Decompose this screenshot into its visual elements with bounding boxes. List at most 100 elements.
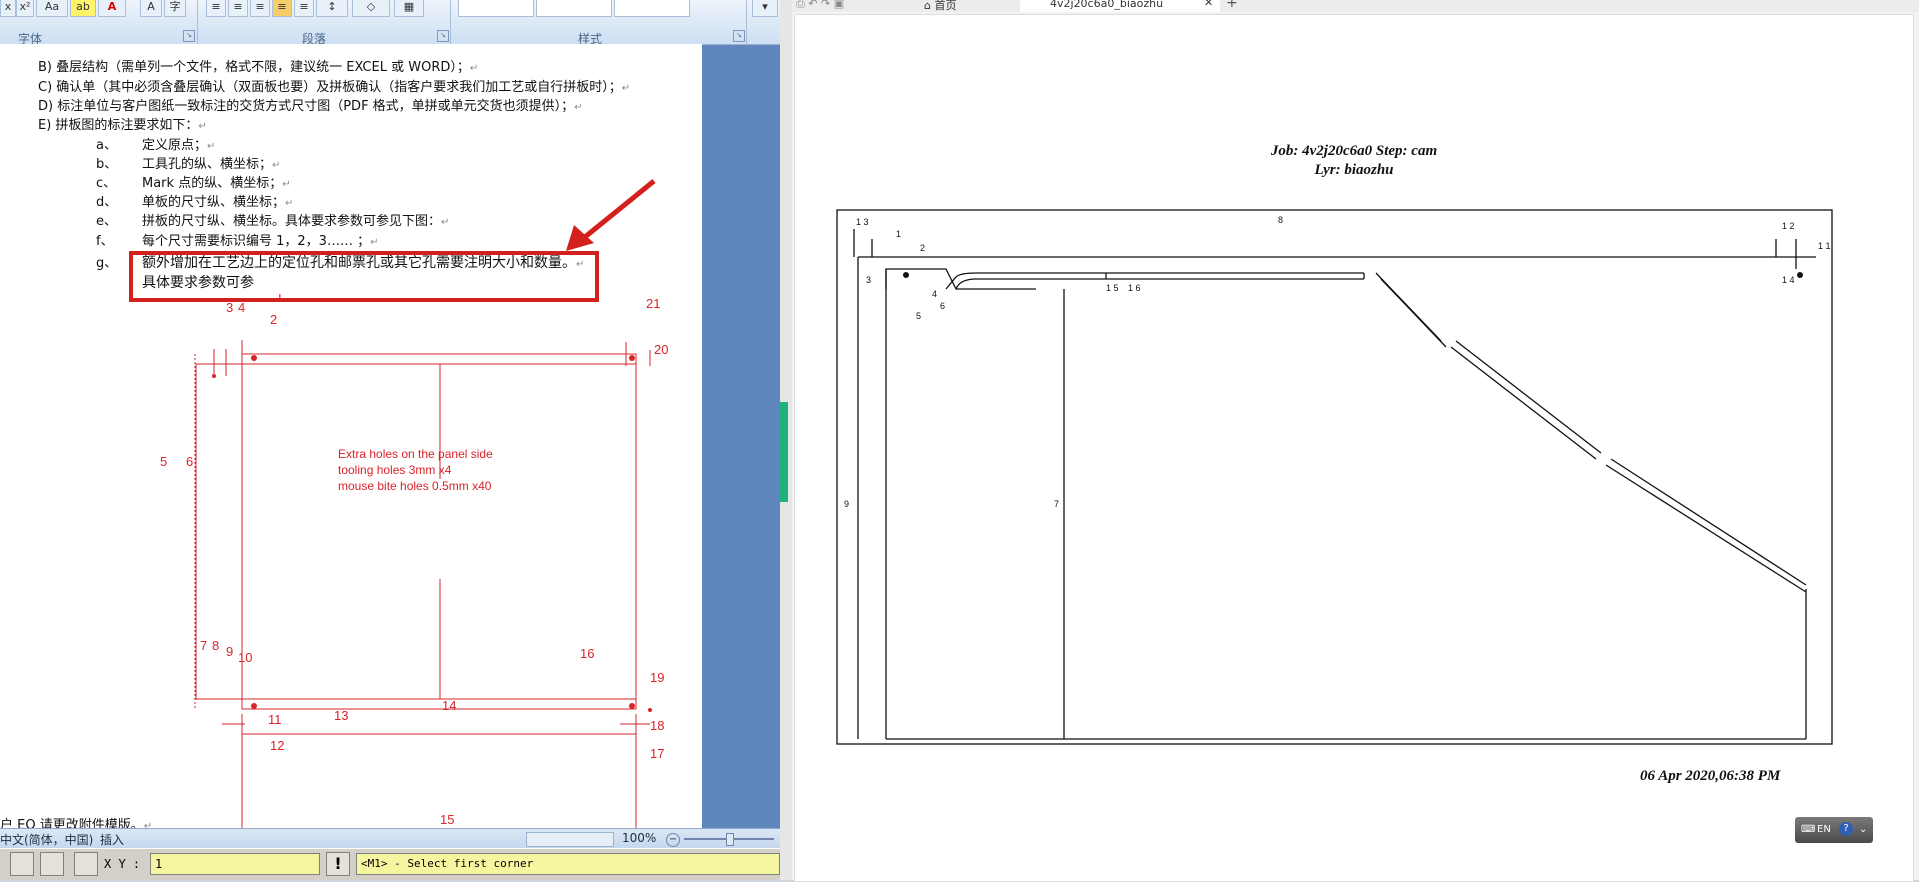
doc-line: D) 标注单位与客户图纸一致标注的交货方式尺寸图（PDF 格式，单拼或单元交货也… [38,99,583,114]
callout-6: 6 [186,454,193,469]
style-gallery-item[interactable] [458,0,534,17]
style-gallery-item[interactable] [536,0,612,17]
layer-title: Lyr: biaozhu [1314,162,1394,178]
highlight-box [129,251,599,302]
cad-grid-icon[interactable] [74,852,98,876]
callout-13: 13 [334,708,348,723]
svg-text:9: 9 [844,499,849,509]
insert-mode-indicator[interactable]: 插入 [100,831,124,848]
alert-icon[interactable]: ! [326,852,350,876]
collapse-handle[interactable] [780,402,788,502]
list-item-letter: e、 [96,214,117,229]
callout-11: 11 [268,712,282,727]
ime-indicator[interactable]: ⌨ EN ? ⌄ [1795,817,1873,843]
list-item-letter: b、 [96,157,118,172]
doc-line: C) 确认单（其中必须含叠层确认（双面板也要）及拼板确认（指客户要求我们加工艺或… [38,80,631,95]
ribbon-separator [197,0,198,44]
list-item-text: 工具孔的纵、横坐标；↵ [142,157,281,172]
svg-text:1 4: 1 4 [1782,275,1795,285]
list-item-letter: a、 [96,138,117,153]
font-color-button[interactable]: A [98,0,126,17]
distributed-button[interactable]: ≡ [294,0,314,17]
tab-home[interactable]: ⌂ 首页 [924,0,956,13]
xy-label: X Y : [104,857,141,871]
xy-coordinate-input[interactable]: 1 [150,853,320,875]
ime-menu-icon[interactable]: ⌄ [1859,817,1867,843]
ribbon: x x² Aa ab A A 字 ↘ 字体 ≡ ≡ ≡ ≡ ≡ ↕ ◇ ▦ ↘ … [0,0,780,46]
list-item-text: 定义原点；↵ [142,138,216,153]
align-left-button[interactable]: ≡ [206,0,226,17]
cad-tool-icon[interactable] [10,852,34,876]
svg-text:1 6: 1 6 [1128,283,1141,293]
superscript-button[interactable]: x² [16,0,34,17]
view-buttons[interactable] [526,832,614,847]
change-styles-button[interactable]: ▾ [752,0,778,17]
cad-plot-page: Job: 4v2j20c6a0 Step: cam Lyr: biaozhu 1… [794,14,1914,882]
svg-text:8: 8 [1278,215,1283,225]
svg-text:1 1: 1 1 [1818,241,1831,251]
tab-document-label: 4v2j20c6a0_biaozhu [1050,0,1164,10]
callout-5: 5 [160,454,167,469]
home-icon: ⌂ [924,0,935,12]
bold-x-icon[interactable]: x [0,0,16,17]
line-spacing-button[interactable]: ↕ [316,0,348,17]
callout-12: 12 [270,738,284,753]
callout-19: 19 [650,670,664,685]
list-item-letter: d、 [96,195,118,210]
callout-20: 20 [654,342,668,357]
list-item-letter: f、 [96,234,114,249]
keyboard-icon: ⌨ [1801,824,1816,835]
styles-dialog-launcher[interactable]: ↘ [733,30,745,42]
paragraph-dialog-launcher[interactable]: ↘ [437,30,449,42]
ribbon-separator [450,0,451,44]
svg-text:1 3: 1 3 [856,217,869,227]
cad-edit-icon[interactable] [40,852,64,876]
drawing-note-line: mouse bite holes 0.5mm x40 [338,479,492,493]
align-right-button[interactable]: ≡ [250,0,270,17]
shading-button[interactable]: ◇ [352,0,390,17]
zoom-level[interactable]: 100% [622,831,656,845]
callout-21: 21 [646,296,660,311]
enclose-char-button[interactable]: 字 [164,0,186,17]
close-tab-icon[interactable]: ✕ [1204,0,1213,9]
align-center-button[interactable]: ≡ [228,0,248,17]
callout-17: 17 [650,746,664,761]
callout-10: 10 [238,650,252,665]
new-tab-icon[interactable]: + [1226,0,1238,11]
callout-18: 18 [650,718,664,733]
borders-button[interactable]: ▦ [394,0,424,17]
toolbar-icons[interactable]: ⎙ ↶ ↷ ▣ [796,0,844,11]
zoom-slider-thumb[interactable] [726,833,734,846]
style-gallery-item[interactable] [614,0,690,17]
tab-document[interactable]: 4v2j20c6a0_biaozhu ✕ [1020,0,1220,12]
document-page[interactable]: B) 叠层结构（需单列一个文件，格式不限，建议统一 EXCEL 或 WORD）；… [0,44,702,849]
callout-15: 15 [440,812,454,827]
language-indicator[interactable]: 中文(简体，中国) [0,831,93,848]
viewer-tabbar: ⎙ ↶ ↷ ▣ ⌂ 首页 [792,0,1919,12]
char-shading-button[interactable]: A [140,0,162,17]
justify-button[interactable]: ≡ [272,0,292,17]
zoom-out-button[interactable]: − [666,833,680,847]
font-dialog-launcher[interactable]: ↘ [183,30,195,42]
change-case-button[interactable]: Aa [36,0,68,17]
list-item-text: 每个尺寸需要标识编号 1，2，3…… ；↵ [142,234,379,249]
highlight-color-button[interactable]: ab [70,0,96,17]
svg-text:7: 7 [1054,499,1059,509]
callout-14: 14 [442,698,456,713]
callout-4: 4 [238,300,245,315]
list-item-letter: g、 [96,256,118,271]
ribbon-separator [746,0,747,44]
callout-3: 3 [226,300,233,315]
drawing-note-line: tooling holes 3mm x4 [338,463,452,477]
red-arrow-icon [566,179,656,251]
list-item-letter: c、 [96,176,117,191]
callout-8: 8 [212,638,219,653]
panel-reference-drawing: 1 2 3 4 5 6 7 8 9 10 11 12 13 14 15 16 1… [160,294,668,849]
callout-9: 9 [226,644,233,659]
list-item-text: 拼板的尺寸纵、横坐标。具体要求参数可参见下图：↵ [142,214,450,229]
callout-16: 16 [580,646,594,661]
plot-timestamp: 06 Apr 2020,06:38 PM [1640,768,1781,784]
svg-text:3: 3 [866,275,871,285]
svg-text:6: 6 [940,301,945,311]
help-icon[interactable]: ? [1839,822,1853,836]
